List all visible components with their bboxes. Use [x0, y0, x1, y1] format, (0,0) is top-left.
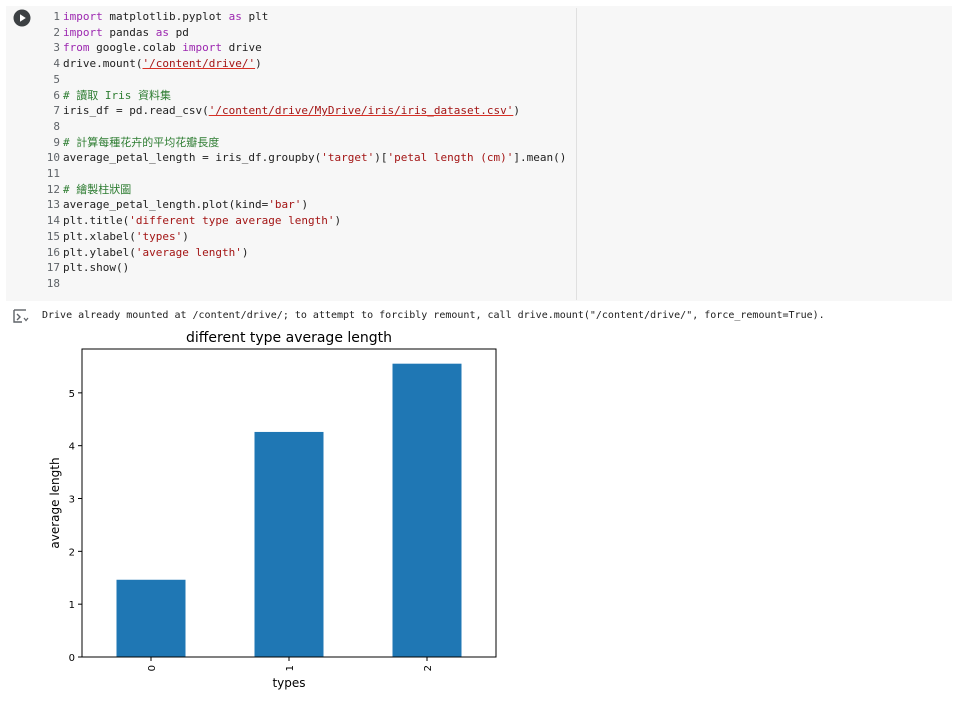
code-token: matplotlib.pyplot	[102, 10, 229, 23]
bar	[116, 579, 186, 657]
code-cell[interactable]: 1 import matplotlib.pyplot as plt 2 import …	[6, 6, 952, 301]
bar-chart: different type average length 0 1 2 3 4 5 0 1 2…	[0, 322, 520, 703]
code-token: '/content/drive/MyDrive/iris/iris_datase…	[208, 104, 514, 118]
y-tick-label: 0	[69, 653, 75, 664]
bar	[392, 363, 462, 657]
code-text[interactable]: import matplotlib.pyplot as plt	[63, 9, 268, 25]
editor-divider	[576, 8, 577, 300]
line-number: 17	[46, 261, 60, 275]
code-token: import	[63, 25, 103, 39]
line-number: 3	[53, 41, 60, 55]
code-text[interactable]: iris_df = pd.read_csv('/content/drive/My…	[63, 103, 520, 119]
code-token: as	[228, 10, 242, 23]
bar	[254, 431, 324, 657]
code-token: average_petal_length = iris_df.groupby(	[63, 151, 322, 165]
line-number: 18	[46, 276, 60, 290]
code-token: pd	[168, 25, 189, 39]
y-tick-label: 5	[69, 389, 75, 400]
code-text[interactable]: plt.title('different type average length…	[63, 213, 341, 229]
y-axis-label: average length	[48, 457, 62, 548]
code-token: import	[182, 41, 222, 55]
code-text[interactable]: plt.xlabel('types')	[63, 229, 189, 245]
line-number: 4	[53, 57, 60, 71]
code-token: )	[255, 57, 262, 71]
code-token: )	[513, 104, 520, 118]
x-tick-label: 0	[147, 665, 158, 671]
code-token: 'types'	[135, 229, 183, 243]
line-number: 10	[46, 151, 60, 165]
line-number: 6	[53, 88, 60, 102]
line-number: 7	[53, 104, 60, 118]
code-text[interactable]: plt.ylabel('average length')	[63, 245, 248, 261]
code-token: 'different type average length'	[129, 214, 335, 228]
line-number: 8	[53, 119, 60, 133]
code-text[interactable]: from google.colab import drive	[63, 40, 262, 56]
code-token: )	[241, 245, 249, 259]
code-text[interactable]: average_petal_length.plot(kind='bar')	[63, 197, 308, 213]
code-token: )[	[374, 151, 388, 165]
line-number: 14	[46, 214, 60, 228]
code-text[interactable]: # 讀取 Iris 資料集	[63, 88, 171, 104]
code-token: # 繪製柱狀圖	[63, 182, 132, 196]
code-token: plt.ylabel(	[63, 245, 136, 259]
code-token: pandas	[102, 25, 156, 39]
chart-title: different type average length	[186, 330, 392, 346]
chart-svg: different type average length 0 1 2 3 4 5 0 1 2…	[48, 330, 497, 690]
play-icon	[13, 9, 31, 27]
code-token: )	[301, 198, 309, 212]
code-token: google.colab	[89, 41, 183, 55]
line-number: 11	[46, 167, 60, 180]
code-text[interactable]: # 計算每種花卉的平均花瓣長度	[63, 135, 219, 151]
output-text: Drive already mounted at /content/drive/…	[42, 310, 825, 321]
line-number: 13	[46, 198, 60, 212]
code-token: ].mean()	[513, 151, 567, 165]
line-number: 2	[53, 25, 60, 39]
code-token: # 計算每種花卉的平均花瓣長度	[63, 135, 220, 149]
code-text[interactable]: plt.show()	[63, 260, 129, 276]
code-token: 'petal length (cm)'	[387, 151, 514, 165]
code-token: # 讀取 Iris 資料集	[63, 88, 171, 102]
code-token: 'bar'	[268, 198, 302, 212]
run-cell-button[interactable]	[13, 9, 31, 27]
x-axis-label: types	[272, 676, 305, 690]
code-token: import	[63, 10, 103, 23]
code-text[interactable]: import pandas as pd	[63, 25, 189, 41]
line-number: 15	[46, 229, 60, 243]
x-tick-label: 2	[423, 665, 434, 671]
code-token: '/content/drive/'	[142, 57, 256, 71]
code-token: 'average length'	[135, 245, 242, 259]
y-tick-label: 2	[69, 547, 75, 558]
code-token: plt.show()	[63, 261, 130, 275]
code-token: as	[155, 25, 169, 39]
code-token: drive.mount(	[63, 57, 143, 71]
code-token: iris_df = pd.read_csv(	[63, 104, 209, 118]
y-tick-label: 4	[69, 442, 75, 453]
code-token: plt.xlabel(	[63, 229, 136, 243]
code-token: average_petal_length.plot(kind=	[63, 198, 269, 212]
y-tick-label: 3	[69, 495, 75, 506]
code-token: )	[182, 229, 189, 243]
line-number: 12	[46, 182, 60, 196]
code-token: )	[334, 214, 342, 228]
code-text[interactable]: average_petal_length = iris_df.groupby('…	[63, 150, 566, 166]
code-text[interactable]: # 繪製柱狀圖	[63, 182, 131, 198]
code-text[interactable]: drive.mount('/content/drive/')	[63, 56, 262, 72]
code-token: drive	[221, 41, 262, 55]
line-number: 5	[53, 72, 60, 86]
code-token: plt.title(	[63, 214, 130, 228]
y-tick-label: 1	[69, 600, 75, 611]
code-token: plt	[241, 10, 269, 23]
code-token: from	[63, 41, 90, 55]
x-tick-label: 1	[285, 665, 296, 671]
code-token: 'target'	[321, 151, 375, 165]
line-number: 9	[53, 135, 60, 149]
line-number: 16	[46, 245, 60, 259]
